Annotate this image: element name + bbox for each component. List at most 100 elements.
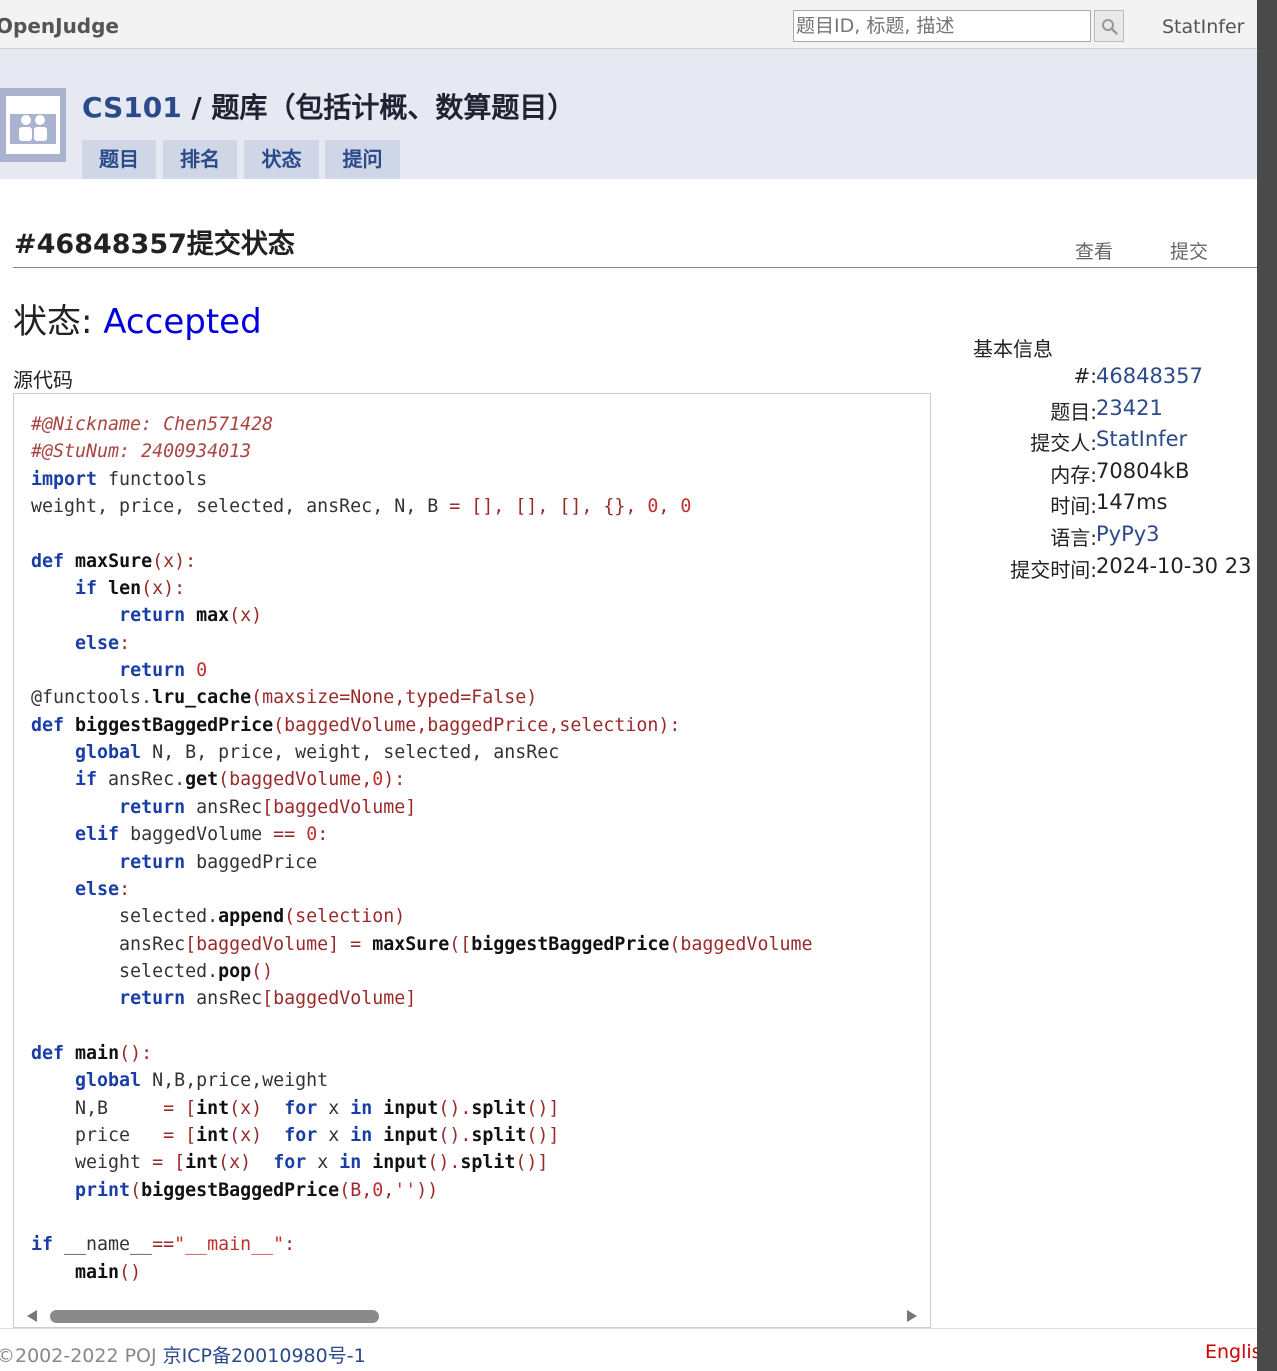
code-token: : [119, 878, 131, 900]
code-token: return [119, 660, 186, 682]
code-token: (x) [229, 1097, 263, 1119]
user-link[interactable]: StatInfer [1162, 16, 1244, 38]
code-token: ()] [526, 1097, 560, 1119]
group-icon [6, 96, 60, 154]
code-line: global N, B, price, weight, selected, an… [31, 739, 812, 766]
site-logo[interactable]: OpenJudge [0, 14, 119, 38]
code-line: def biggestBaggedPrice(baggedVolume,bagg… [31, 712, 812, 739]
view-link[interactable]: 查看 [1075, 237, 1113, 264]
code-token: main [75, 1042, 120, 1064]
code-token: price [31, 1124, 164, 1146]
code-token: , [383, 1179, 395, 1201]
code-token: N, B, price, weight, selected, ansRec [141, 742, 560, 764]
scrollbar-thumb[interactable] [50, 1310, 379, 1323]
code-token: == [273, 824, 296, 846]
code-block: #@Nickname: Chen571428 #@StuNum: 24009340… [31, 411, 812, 1286]
source-code-box[interactable]: #@Nickname: Chen571428 #@StuNum: 24009340… [13, 393, 931, 1328]
window-edge [1257, 0, 1277, 1371]
code-token: ): [383, 769, 406, 791]
code-token: ()] [526, 1124, 560, 1146]
code-token: 0 [680, 496, 692, 518]
code-line: return 0 [31, 657, 812, 684]
code-token: global [75, 1070, 142, 1092]
code-line: weight, price, selected, ansRec, N, B = … [31, 493, 812, 520]
code-token: (baggedVolume, [218, 769, 373, 791]
scroll-left-arrow-icon[interactable] [27, 1310, 37, 1322]
code-token: (). [438, 1097, 472, 1119]
tab-ranking[interactable]: 排名 [163, 140, 237, 179]
search-input[interactable] [793, 10, 1091, 42]
code-token: ansRec [185, 988, 263, 1010]
code-token: == [152, 1234, 175, 1256]
code-token: return [119, 851, 186, 873]
status-value[interactable]: Accepted [103, 302, 261, 342]
status-line: 状态: Accepted [13, 294, 262, 343]
language-link[interactable]: English [1205, 1341, 1257, 1363]
info-value[interactable]: 23421 [1096, 396, 1163, 420]
code-token: () [251, 960, 274, 982]
code-token: ansRec. [97, 769, 186, 791]
code-token: append [218, 906, 285, 928]
code-token: biggestBaggedPrice [471, 933, 670, 955]
code-token: @functools. [31, 687, 153, 709]
code-token: (maxsize=None,typed=False) [251, 687, 538, 709]
code-line: @functools.lru_cache(maxsize=None,typed=… [31, 684, 812, 711]
info-label: 内存: [1050, 462, 1097, 487]
horizontal-scrollbar[interactable] [14, 1301, 930, 1327]
code-token: int [196, 1124, 230, 1146]
code-token: int [196, 1097, 230, 1119]
code-token: (). [438, 1124, 472, 1146]
search-button[interactable] [1094, 10, 1124, 42]
code-line: main() [31, 1259, 812, 1286]
info-value[interactable]: StatInfer [1096, 427, 1187, 451]
course-link[interactable]: CS101 [82, 91, 182, 124]
info-value[interactable]: PyPy3 [1096, 522, 1160, 546]
code-token: : [317, 824, 329, 846]
info-row: 题目: 23421 [940, 396, 1277, 426]
code-token: )) [416, 1179, 439, 1201]
code-token: [baggedVolume] [262, 796, 417, 818]
submit-link[interactable]: 提交 [1170, 237, 1208, 264]
code-token: maxSure [75, 550, 153, 572]
info-row: 语言: PyPy3 [940, 522, 1277, 552]
code-token: ()] [515, 1152, 549, 1174]
group-avatar [0, 88, 66, 162]
code-token: split [471, 1124, 527, 1146]
code-token: (x) [229, 605, 263, 627]
code-token: [baggedVolume] = [185, 933, 373, 955]
code-token: = [ [163, 1097, 197, 1119]
code-token: if [31, 1234, 54, 1256]
icp-link[interactable]: 京ICP备20010980号-1 [163, 1345, 366, 1367]
code-line: ansRec[baggedVolume] = maxSure([biggestB… [31, 931, 812, 958]
tab-questions[interactable]: 提问 [325, 140, 400, 179]
info-row: 时间: 147ms [940, 490, 1277, 520]
code-line: else: [31, 630, 812, 657]
code-token: lru_cache [152, 687, 252, 709]
code-token: split [460, 1152, 516, 1174]
info-row: 内存: 70804kB [940, 459, 1277, 489]
code-token: return [119, 605, 186, 627]
info-value[interactable]: 46848357 [1096, 364, 1203, 388]
code-line: weight = [int(x) for x in input().split(… [31, 1149, 812, 1176]
tab-status[interactable]: 状态 [244, 140, 319, 179]
code-token: 0 [647, 496, 659, 518]
code-token: (x): [141, 578, 186, 600]
info-value: 147ms [1096, 490, 1168, 515]
code-token: global [75, 742, 142, 764]
code-line: return baggedPrice [31, 849, 812, 876]
code-token: 0 [372, 1179, 384, 1201]
code-token: [baggedVolume] [262, 988, 417, 1010]
tab-problems[interactable]: 题目 [82, 140, 156, 179]
code-token: if [75, 769, 98, 791]
code-token: functools [97, 468, 208, 490]
scroll-right-arrow-icon[interactable] [907, 1310, 917, 1322]
code-line: if __name__=="__main__": [31, 1231, 812, 1258]
